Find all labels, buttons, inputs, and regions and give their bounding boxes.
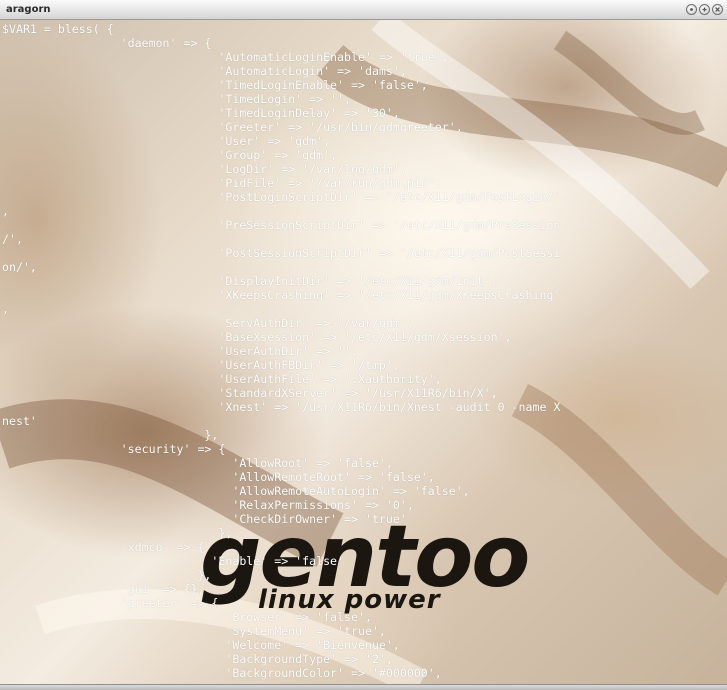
- window-bottom-border: [0, 684, 727, 690]
- terminal-line: $VAR1 = bless( {: [2, 22, 114, 36]
- terminal-line: },: [2, 428, 219, 442]
- title-bar[interactable]: aragorn: [0, 0, 727, 20]
- terminal-line: 'TimedLogin' => '',: [2, 92, 352, 106]
- terminal-line: 'daemon' => {: [2, 36, 212, 50]
- maximize-icon: [702, 7, 707, 12]
- terminal-line: 'gui' => {},: [2, 582, 205, 596]
- terminal-line: },: [2, 526, 233, 540]
- terminal-line: 'AllowRoot' => 'false',: [2, 456, 393, 470]
- terminal-line: 'security' => {: [2, 442, 226, 456]
- terminal-line: 'PidFile' => '/var/run/gdm.pid',: [2, 176, 442, 190]
- terminal-output: $VAR1 = bless( { 'daemon' => { 'Automati…: [2, 22, 560, 680]
- terminal-line: },: [2, 568, 212, 582]
- terminal-line: 'CheckDirOwner' => 'true': [2, 512, 407, 526]
- terminal-line: 'Xnest' => '/usr/X11R6/bin/Xnest -audit …: [2, 400, 561, 414]
- close-button[interactable]: [712, 4, 723, 15]
- terminal-line: 'PostSessionScriptDir' => '/etc/X11/gdm/…: [2, 246, 561, 260]
- terminal-line: 'Browser' => 'false',: [2, 610, 372, 624]
- terminal-line: ,: [2, 204, 9, 218]
- terminal-line: 'ServAuthDir' => '/var/gdm',: [2, 316, 414, 330]
- terminal-line: 'UserAuthDir' => '',: [2, 344, 358, 358]
- minimize-button[interactable]: [686, 4, 697, 15]
- terminal-line: on/',: [2, 260, 37, 274]
- terminal-line: 'AllowRemoteRoot' => 'false',: [2, 470, 435, 484]
- terminal-line: ,: [2, 302, 9, 316]
- terminal-line: 'LogDir' => '/var/log/gdm',: [2, 162, 407, 176]
- window-title: aragorn: [6, 4, 51, 15]
- terminal-line: 'AllowRemoteAutoLogin' => 'false',: [2, 484, 470, 498]
- terminal-line: 'Group' => 'gdm',: [2, 148, 338, 162]
- terminal-line: 'AutomaticLoginEnable' => 'true',: [2, 50, 449, 64]
- minimize-icon: [690, 8, 693, 11]
- terminal-line: 'TimedLoginEnable' => 'false',: [2, 78, 428, 92]
- terminal-line: 'Enable' => 'false': [2, 554, 345, 568]
- terminal-line: 'BackgroundColor' => '#000000',: [2, 666, 442, 680]
- terminal-line: /',: [2, 232, 23, 246]
- terminal-line: 'Welcome' => 'Bienvenue',: [2, 638, 400, 652]
- terminal-line: 'UserAuthFile' => '.Xauthority',: [2, 372, 442, 386]
- terminal-line: 'AutomaticLogin' => 'dams',: [2, 64, 407, 78]
- terminal-line: 'xdmcp' => {: [2, 540, 205, 554]
- terminal-line: 'User' => 'gdm',: [2, 134, 331, 148]
- terminal-line: 'StandardXServer' => '/usr/X11R6/bin/X',: [2, 386, 498, 400]
- terminal-line: 'BaseXsession' => '/etc/X11/gdm/Xsession…: [2, 330, 512, 344]
- terminal-line: 'RelaxPermissions' => '0',: [2, 498, 414, 512]
- terminal-line: 'BackgroundType' => '2',: [2, 652, 393, 666]
- terminal-line: nest': [2, 414, 37, 428]
- terminal-line: 'UserAuthFBDir' => '/tmp',: [2, 358, 400, 372]
- terminal-line: 'TimedLoginDelay' => '30',: [2, 106, 400, 120]
- terminal-window: aragorn gentoo linux power $VAR1 = bless…: [0, 0, 727, 690]
- close-icon: [715, 7, 720, 12]
- terminal-line: 'greeter' => {: [2, 596, 219, 610]
- terminal-area[interactable]: gentoo linux power $VAR1 = bless( { 'dae…: [0, 20, 727, 684]
- terminal-line: 'XKeepsCrashing' => '/etc/X11/gdm/XKeeps…: [2, 288, 561, 302]
- terminal-line: 'Greeter' => '/usr/bin/gdmgreeter',: [2, 120, 463, 134]
- maximize-button[interactable]: [699, 4, 710, 15]
- terminal-line: 'DisplayInitDir' => '/etc/X11/gdm/Init',: [2, 274, 498, 288]
- terminal-line: 'PreSessionScriptDir' => '/etc/X11/gdm/P…: [2, 218, 561, 232]
- terminal-line: 'SystemMenu' => 'true',: [2, 624, 386, 638]
- terminal-line: 'PostLoginScriptDir' => '/etc/X11/gdm/Po…: [2, 190, 561, 204]
